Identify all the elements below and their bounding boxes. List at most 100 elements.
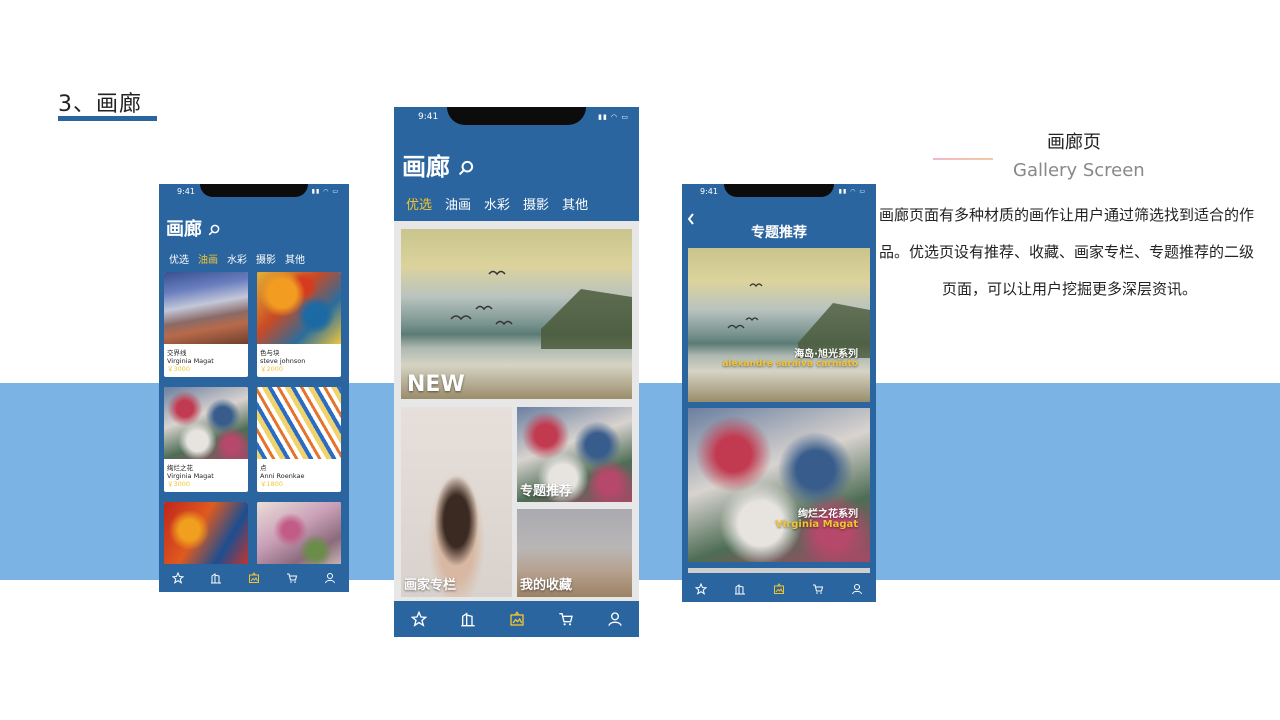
bottom-tab-bar: [682, 576, 876, 602]
tile-label: 我的收藏: [520, 578, 573, 593]
building-icon[interactable]: [734, 583, 746, 595]
status-icons: ▮▮ ◠ ▭: [598, 113, 629, 121]
topic-title: 绚烂之花系列: [798, 509, 858, 520]
section-underline: [58, 116, 157, 121]
star-icon[interactable]: [172, 572, 184, 584]
tile-my-favorites[interactable]: 我的收藏: [517, 509, 632, 597]
phone-right: 9:41 ▮▮ ◠ ▭ 专题推荐 海岛·旭光系列 alexandre sarai…: [682, 184, 876, 602]
artwork-image: [164, 502, 248, 572]
artwork-image: [164, 387, 248, 459]
description-body: 画廊页面有多种材质的画作让用户通过筛选找到适合的作 品。优选页设有推荐、收藏、画…: [879, 197, 1280, 308]
artwork-card[interactable]: [164, 502, 248, 572]
tile-label: 专题推荐: [520, 484, 573, 499]
tab-shuicai[interactable]: 水彩: [227, 251, 247, 266]
cart-icon[interactable]: [812, 583, 824, 595]
artwork-image: [164, 272, 248, 344]
description-line: 页面，可以让用户挖掘更多深层资讯。: [941, 280, 1197, 298]
tile-painter-column[interactable]: 画家专栏: [401, 407, 512, 597]
building-icon[interactable]: [460, 611, 476, 627]
gallery-icon[interactable]: [509, 611, 525, 627]
artwork-image: [257, 502, 341, 572]
category-tabs: 优选 油画 水彩 摄影 其他: [406, 194, 588, 213]
page-header: 专题推荐: [751, 225, 807, 241]
status-time: 9:41: [177, 187, 195, 196]
user-icon[interactable]: [607, 611, 623, 627]
tab-qita[interactable]: 其他: [285, 251, 305, 266]
topic-card[interactable]: 海岛·旭光系列 alexandre saraiva carniato: [688, 248, 870, 402]
tab-shuicai[interactable]: 水彩: [484, 194, 510, 213]
tab-youhua[interactable]: 油画: [198, 251, 218, 266]
tile-featured-topics[interactable]: 专题推荐: [517, 407, 632, 502]
topic-card[interactable]: 绚烂之花系列 Virginia Magat: [688, 408, 870, 562]
gallery-icon[interactable]: [248, 572, 260, 584]
search-icon[interactable]: [458, 160, 474, 176]
phone-notch: [724, 184, 834, 197]
star-icon[interactable]: [695, 583, 708, 595]
artwork-meta: 交界线 Virginia Magat ￥3000: [167, 349, 214, 373]
artwork-meta: 点 Anni Roenkae ￥1800: [260, 464, 305, 488]
bottom-tab-bar: [159, 564, 349, 592]
phone-notch: [200, 184, 308, 197]
tab-youxuan[interactable]: 优选: [169, 251, 189, 266]
cart-icon[interactable]: [286, 572, 298, 584]
status-time: 9:41: [418, 112, 439, 122]
status-time: 9:41: [700, 187, 718, 196]
scroll-indicator: [688, 568, 870, 573]
artwork-card[interactable]: 交界线 Virginia Magat ￥3000: [164, 272, 248, 377]
user-icon[interactable]: [851, 583, 863, 595]
tab-qita[interactable]: 其他: [562, 194, 588, 213]
artwork-artist: steve johnson: [260, 357, 306, 365]
description-line: 画廊页面有多种材质的画作让用户通过筛选找到适合的作: [879, 206, 1255, 224]
artwork-card[interactable]: 绚烂之花 Virginia Magat ￥3000: [164, 387, 248, 492]
artwork-card[interactable]: 色与块 steve johnson ￥2000: [257, 272, 341, 377]
status-icons: ▮▮ ◠ ▭: [838, 188, 866, 195]
section-title: 3、画廊: [58, 92, 142, 117]
description-title: 画廊页: [1047, 132, 1101, 153]
artwork-title: 交界线: [167, 349, 187, 357]
tile-label: 画家专栏: [404, 578, 457, 593]
phone-center: 9:41 ▮▮ ◠ ▭ 画廊 优选 油画 水彩 摄影 其他 NEW 画家专栏 专…: [394, 107, 639, 637]
hero-banner[interactable]: NEW: [401, 229, 632, 399]
artwork-image: [257, 387, 341, 459]
artwork-card[interactable]: 点 Anni Roenkae ￥1800: [257, 387, 341, 492]
artwork-price: ￥1800: [260, 480, 284, 488]
birds-decoration: [727, 283, 870, 358]
page-title: 画廊: [166, 215, 220, 241]
topic-artist: alexandre saraiva carniato: [722, 359, 858, 369]
artwork-price: ￥3000: [167, 365, 191, 373]
artwork-title: 绚烂之花: [167, 464, 193, 472]
artwork-title: 点: [260, 464, 267, 472]
artwork-artist: Anni Roenkae: [260, 472, 305, 480]
tab-youhua[interactable]: 油画: [445, 194, 471, 213]
artwork-price: ￥3000: [167, 480, 191, 488]
tab-sheying[interactable]: 摄影: [256, 251, 276, 266]
category-tabs: 优选 油画 水彩 摄影 其他: [169, 251, 305, 266]
topic-title: 海岛·旭光系列: [794, 349, 858, 360]
description-divider: [933, 158, 993, 160]
phone-left: 9:41 ▮▮ ◠ ▭ 画廊 优选 油画 水彩 摄影 其他 交界线 Virgin…: [159, 184, 349, 592]
status-icons: ▮▮ ◠ ▭: [311, 188, 339, 195]
artwork-title: 色与块: [260, 349, 280, 357]
page-title-text: 画廊: [402, 153, 450, 181]
tab-youxuan[interactable]: 优选: [406, 194, 432, 213]
artwork-meta: 色与块 steve johnson ￥2000: [260, 349, 305, 373]
star-icon[interactable]: [410, 611, 427, 627]
phone-notch: [447, 107, 586, 125]
cart-icon[interactable]: [558, 611, 574, 627]
gallery-icon[interactable]: [773, 583, 785, 595]
artwork-card[interactable]: [257, 502, 341, 572]
description-subtitle: Gallery Screen: [1013, 160, 1145, 181]
search-icon[interactable]: [208, 224, 220, 236]
page-title: 画廊: [402, 147, 474, 182]
hero-label: NEW: [407, 372, 465, 397]
tab-sheying[interactable]: 摄影: [523, 194, 549, 213]
user-icon[interactable]: [324, 572, 336, 584]
description-line: 品。优选页设有推荐、收藏、画家专栏、专题推荐的二级: [879, 243, 1255, 261]
artwork-meta: 绚烂之花 Virginia Magat ￥3000: [167, 464, 214, 488]
artwork-image: [257, 272, 341, 344]
artwork-artist: Virginia Magat: [167, 472, 214, 480]
building-icon[interactable]: [210, 572, 222, 584]
topic-artist: Virginia Magat: [775, 519, 858, 530]
artwork-price: ￥2000: [260, 365, 284, 373]
page-title-text: 画廊: [166, 219, 202, 240]
